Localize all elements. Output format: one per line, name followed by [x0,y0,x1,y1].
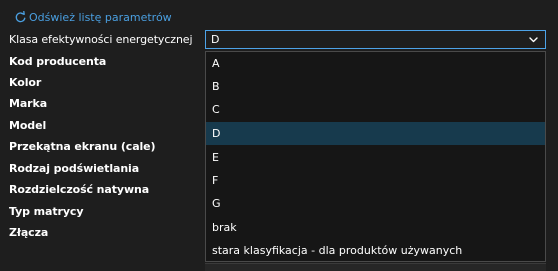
param-label-producer-code: Kod producenta [9,55,107,68]
option-f[interactable]: F [206,169,545,192]
option-e[interactable]: E [206,146,545,169]
param-label-native-resolution: Rozdzielczość natywna [9,183,150,196]
refresh-link-label: Odśwież listę parametrów [29,10,172,24]
param-label-color: Kolor [9,76,42,89]
energy-class-dropdown-list: A B C D E F G brak stara klasyfikacja - … [205,51,546,262]
option-old-classification[interactable]: stara klasyfikacja - dla produktów używa… [206,239,545,262]
param-label-model: Model [9,119,47,132]
option-brak[interactable]: brak [206,216,545,239]
option-c[interactable]: C [206,98,545,121]
next-field-partial [205,263,546,271]
param-label-screen-diagonal: Przekątna ekranu (cale) [9,140,156,153]
parameters-panel: Odśwież listę parametrów Klasa efektywno… [0,0,558,271]
refresh-parameters-link[interactable]: Odśwież listę parametrów [14,9,172,25]
param-label-matrix-type: Typ matrycy [9,205,84,218]
param-label-connectors: Złącza [9,226,49,239]
option-b[interactable]: B [206,75,545,98]
chevron-down-icon [529,36,538,43]
energy-class-select-value: D [211,33,220,46]
refresh-icon [14,10,29,24]
param-label-brand: Marka [9,97,48,110]
energy-class-select[interactable]: D [205,30,546,49]
option-g[interactable]: G [206,192,545,215]
option-d-selected[interactable]: D [206,122,545,145]
param-label-backlight-type: Rodzaj podświetlania [9,162,140,175]
option-a[interactable]: A [206,52,545,75]
param-label-energy-class: Klasa efektywności energetycznej [9,33,193,46]
